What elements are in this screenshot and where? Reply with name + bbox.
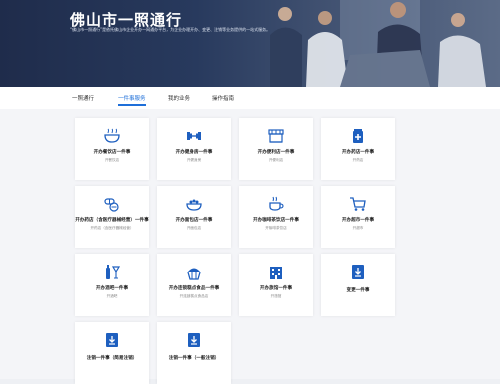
service-card-supermarket[interactable]: 开办超市一件事 开超市 (321, 186, 395, 248)
card-title: 开办连锁糕点食品一件事 (168, 286, 220, 291)
coffee-icon (269, 196, 284, 211)
card-title: 开办药店（含医疗器械经营）一件事 (75, 218, 149, 223)
service-card-convenience-store[interactable]: 开办便利店一件事 开便利店 (239, 118, 313, 180)
card-subtitle: 开餐饮店 (104, 158, 120, 162)
card-title: 开办咖啡茶饮店一件事 (253, 218, 299, 223)
card-title: 开办旅馆一件事 (259, 286, 293, 291)
service-card-pharmacy-medical[interactable]: 开办药店（含医疗器械经营）一件事 开药店（含医疗器械经营） (75, 186, 149, 248)
tab-yijianshi[interactable]: 一件事服务 (118, 94, 146, 106)
service-card-pastry-chain[interactable]: 开办连锁糕点食品一件事 开连锁糕点食品店 (157, 254, 231, 316)
team-photo-image (190, 0, 500, 87)
card-subtitle: 开面包店 (186, 226, 202, 230)
cart-icon (350, 197, 366, 211)
card-subtitle: 开便利店 (268, 158, 284, 162)
dumbbell-icon (187, 132, 201, 140)
card-title: 变更一件事 (346, 288, 370, 293)
tab-guide[interactable]: 操作指南 (212, 94, 234, 102)
card-subtitle: 开药店 (352, 158, 364, 162)
tab-bar: 一照通行 一件事服务 我的业务 操作指南 (0, 87, 500, 110)
service-grid: 开办餐饮店一件事 开餐饮店 开办健身房一件事 开健身房 开办便利店一件事 开便利… (0, 109, 500, 384)
card-title: 注销一件事（简易注销） (86, 356, 138, 361)
card-title: 开办健身房一件事 (175, 150, 213, 155)
shop-icon (268, 129, 284, 143)
tab-yizhaotongxing[interactable]: 一照通行 (72, 94, 94, 102)
card-title: 开办酒吧一件事 (95, 286, 129, 291)
page-subtitle: “佛山市一照通行”是依托佛山市企业开办一网通办平台，为企业办理开办、变更、注销等… (70, 27, 271, 32)
medicine-icon (353, 129, 363, 143)
change-icon (352, 265, 364, 279)
pills-icon (104, 198, 119, 212)
tab-my-business[interactable]: 我的业务 (168, 94, 190, 102)
card-subtitle: 开咖啡茶饮店 (265, 226, 287, 230)
service-card-gym[interactable]: 开办健身房一件事 开健身房 (157, 118, 231, 180)
card-title: 开办餐饮店一件事 (93, 150, 131, 155)
bar-icon (106, 265, 121, 279)
service-card-cancel-general[interactable]: 注销一件事（一般注销） (157, 322, 231, 384)
service-card-bakery[interactable]: 开办面包店一件事 开面包店 (157, 186, 231, 248)
cake-icon (187, 268, 201, 280)
card-title: 开办超市一件事 (341, 218, 375, 223)
service-card-cancel-simple[interactable]: 注销一件事（简易注销） (75, 322, 149, 384)
service-card-change[interactable]: 变更一件事 (321, 254, 395, 316)
card-subtitle: 开药店（含医疗器械经营） (90, 226, 134, 230)
bowl-icon (104, 128, 120, 143)
card-subtitle: 开连锁糕点食品店 (179, 294, 209, 298)
card-subtitle: 开超市 (352, 226, 364, 230)
card-subtitle: 开酒吧 (106, 294, 118, 298)
card-title: 开办面包店一件事 (175, 218, 213, 223)
header-banner: 佛山市一照通行 “佛山市一照通行”是依托佛山市企业开办一网通办平台，为企业办理开… (0, 0, 500, 87)
service-card-coffee[interactable]: 开办咖啡茶饮店一件事 开咖啡茶饮店 (239, 186, 313, 248)
cancel-general-icon (188, 333, 200, 347)
card-subtitle: 开旅馆 (270, 294, 282, 298)
salad-bowl-icon (186, 199, 202, 211)
service-card-pharmacy[interactable]: 开办药店一件事 开药店 (321, 118, 395, 180)
service-card-restaurant[interactable]: 开办餐饮店一件事 开餐饮店 (75, 118, 149, 180)
card-title: 开办便利店一件事 (257, 150, 295, 155)
service-card-bar[interactable]: 开办酒吧一件事 开酒吧 (75, 254, 149, 316)
hotel-icon (270, 267, 282, 279)
card-title: 注销一件事（一般注销） (168, 356, 220, 361)
card-subtitle: 开健身房 (186, 158, 202, 162)
service-card-hotel[interactable]: 开办旅馆一件事 开旅馆 (239, 254, 313, 316)
cancel-simple-icon (106, 333, 118, 347)
card-title: 开办药店一件事 (341, 150, 375, 155)
